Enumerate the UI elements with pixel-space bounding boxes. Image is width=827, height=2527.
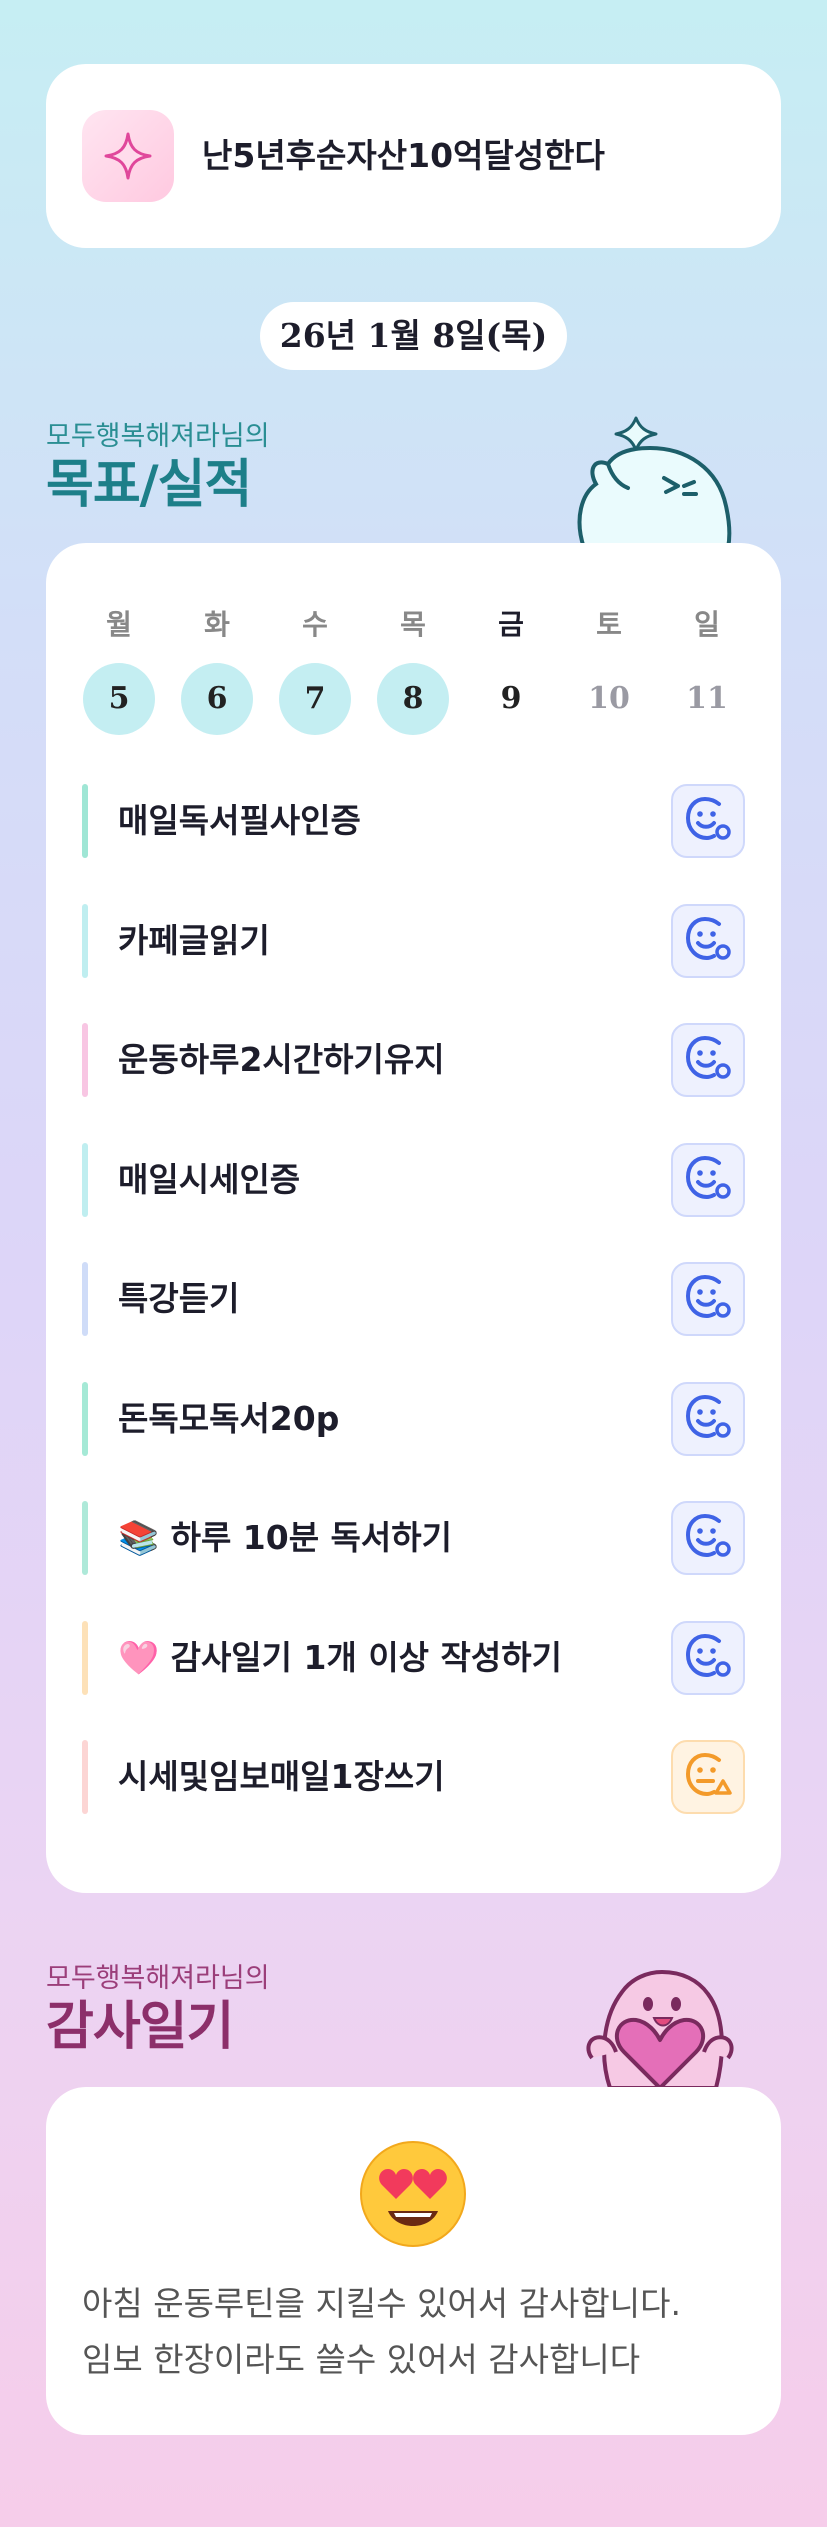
weekday-label: 월 bbox=[106, 608, 132, 641]
task-status-button[interactable] bbox=[671, 1621, 745, 1695]
goals-card: 월 화 수 목 금 토 일 5 6 7 8 9 10 11 매일독서필사인증 카… bbox=[46, 543, 781, 1893]
calendar-day[interactable]: 5 bbox=[83, 663, 155, 735]
task-row[interactable]: 특강듣기 bbox=[82, 1262, 745, 1336]
ghost-mascot-icon bbox=[577, 416, 732, 548]
task-status-button[interactable] bbox=[671, 904, 745, 978]
meh-warning-icon bbox=[683, 1750, 733, 1804]
smile-check-icon bbox=[683, 1153, 733, 1207]
task-color-bar bbox=[82, 1740, 88, 1814]
task-row[interactable]: 시세및임보매일1장쓰기 bbox=[82, 1740, 745, 1814]
smile-check-icon bbox=[683, 794, 733, 848]
task-color-bar bbox=[82, 1143, 88, 1217]
calendar-day[interactable]: 6 bbox=[181, 663, 253, 735]
weekday-label: 화 bbox=[204, 608, 230, 641]
task-row[interactable]: 돈독모독서20p bbox=[82, 1382, 745, 1456]
task-label: 매일독서필사인증 bbox=[118, 801, 361, 840]
task-status-button[interactable] bbox=[671, 784, 745, 858]
gratitude-text-line: 임보 한장이라도 쓸수 있어서 감사합니다 bbox=[82, 2340, 641, 2379]
calendar-day[interactable]: 8 bbox=[377, 663, 449, 735]
gratitude-section-title: 감사일기 bbox=[46, 1997, 234, 2057]
calendar-day-today[interactable]: 9 bbox=[475, 663, 547, 735]
task-color-bar bbox=[82, 1501, 88, 1575]
calendar-day[interactable]: 11 bbox=[671, 663, 743, 735]
smile-check-icon bbox=[683, 1272, 733, 1326]
task-label: 시세및임보매일1장쓰기 bbox=[118, 1757, 445, 1796]
task-row[interactable]: 매일독서필사인증 bbox=[82, 784, 745, 858]
smile-check-icon bbox=[683, 1392, 733, 1446]
weekday-label-today: 금 bbox=[498, 608, 524, 641]
task-label: 운동하루2시간하기유지 bbox=[118, 1040, 445, 1079]
sparkle-icon bbox=[82, 110, 174, 202]
task-status-button[interactable] bbox=[671, 1143, 745, 1217]
task-status-button[interactable] bbox=[671, 1023, 745, 1097]
task-color-bar bbox=[82, 904, 88, 978]
task-color-bar bbox=[82, 1262, 88, 1336]
task-label: 돈독모독서20p bbox=[118, 1399, 340, 1438]
date-selector[interactable]: 26년 1월 8일(목) bbox=[260, 302, 567, 370]
task-row[interactable]: 📚 하루 10분 독서하기 bbox=[82, 1501, 745, 1575]
task-color-bar bbox=[82, 1621, 88, 1695]
smile-check-icon bbox=[683, 1631, 733, 1685]
task-color-bar bbox=[82, 1382, 88, 1456]
task-status-button[interactable] bbox=[671, 1501, 745, 1575]
smile-check-icon bbox=[683, 1033, 733, 1087]
goal-card[interactable]: 난5년후순자산10억달성한다 bbox=[46, 64, 781, 248]
gratitude-card: 아침 운동루틴을 지킬수 있어서 감사합니다. 임보 한장이라도 쓸수 있어서 … bbox=[46, 2087, 781, 2435]
task-status-button[interactable] bbox=[671, 1262, 745, 1336]
calendar-day[interactable]: 10 bbox=[573, 663, 645, 735]
task-status-button[interactable] bbox=[671, 1740, 745, 1814]
weekday-label: 토 bbox=[596, 608, 622, 641]
gratitude-text-line: 아침 운동루틴을 지킬수 있어서 감사합니다. bbox=[82, 2284, 681, 2323]
task-label: 🩷 감사일기 1개 이상 작성하기 bbox=[118, 1638, 562, 1677]
goal-text: 난5년후순자산10억달성한다 bbox=[202, 136, 605, 175]
task-label: 카페글읽기 bbox=[118, 921, 270, 960]
weekday-label: 수 bbox=[302, 608, 328, 641]
goals-section-title: 목표/실적 bbox=[46, 455, 252, 515]
task-row[interactable]: 운동하루2시간하기유지 bbox=[82, 1023, 745, 1097]
task-color-bar bbox=[82, 1023, 88, 1097]
weekday-label: 목 bbox=[400, 608, 426, 641]
task-label: 📚 하루 10분 독서하기 bbox=[118, 1518, 452, 1557]
task-label: 특강듣기 bbox=[118, 1279, 240, 1318]
weekday-label: 일 bbox=[694, 608, 720, 641]
task-label: 매일시세인증 bbox=[118, 1160, 301, 1199]
task-color-bar bbox=[82, 784, 88, 858]
task-row[interactable]: 카페글읽기 bbox=[82, 904, 745, 978]
heart-mascot-icon bbox=[586, 1969, 734, 2088]
task-row[interactable]: 🩷 감사일기 1개 이상 작성하기 bbox=[82, 1621, 745, 1695]
smile-check-icon bbox=[683, 1511, 733, 1565]
smile-check-icon bbox=[683, 914, 733, 968]
task-row[interactable]: 매일시세인증 bbox=[82, 1143, 745, 1217]
heart-eyes-emoji-icon bbox=[360, 2141, 466, 2247]
task-status-button[interactable] bbox=[671, 1382, 745, 1456]
calendar-day[interactable]: 7 bbox=[279, 663, 351, 735]
